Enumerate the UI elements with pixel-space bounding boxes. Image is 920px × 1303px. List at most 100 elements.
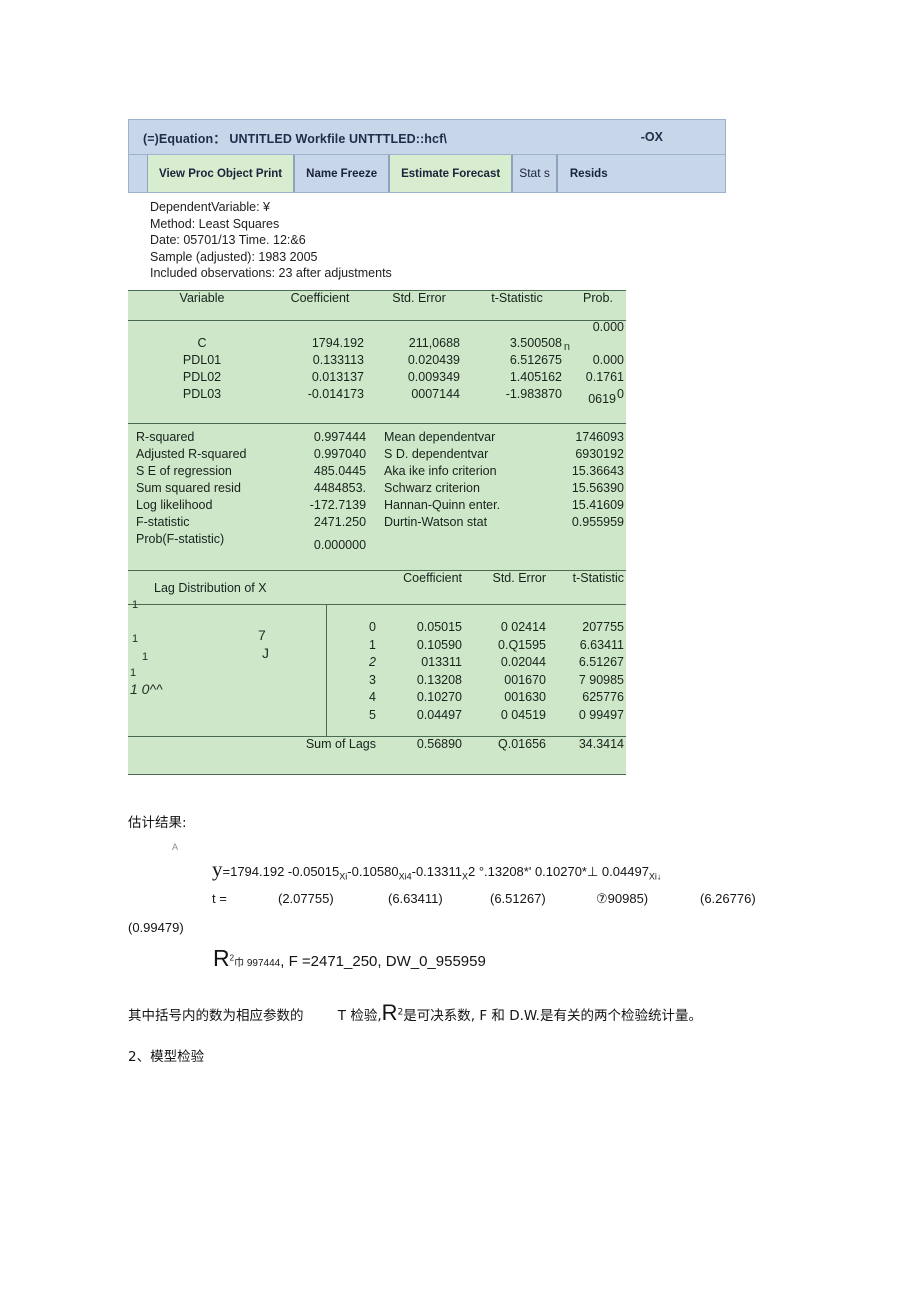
- stat-label-log-likelihood: Log likelihood: [136, 498, 213, 513]
- window-title: (=)Equation： UNTITLED Workfile UNTTTLED:…: [143, 131, 447, 146]
- window-control-buttons[interactable]: -OX: [641, 130, 663, 144]
- observations-line: Included observations: 23 after adjustme…: [150, 266, 392, 281]
- cell-std-error: 0.020439: [407, 353, 460, 368]
- cell-lag-coefficient: 0.05015: [416, 620, 462, 635]
- cell-prob: 0.1761: [585, 370, 624, 385]
- cell-prob: 0.000: [592, 353, 624, 368]
- cell-t-statistic: 3.500508: [509, 336, 562, 351]
- table-row: Prob(F-statistic) 0.000000: [128, 531, 626, 554]
- table-row: R-squared 0.997444 Mean dependentvar 174…: [128, 429, 626, 446]
- equation-rhs-part4: 2 °.13208*' 0.10270*⊥ 0.04497: [467, 864, 649, 879]
- coefficient-table: Variable Coefficient Std. Error t-Statis…: [128, 291, 626, 322]
- toolbar-view-proc-object-print[interactable]: View Proc Object Print: [147, 155, 295, 192]
- lag-art-mark-2: 1: [132, 633, 139, 646]
- method-line: Method: Least Squares: [150, 216, 280, 231]
- stat-label-empty: [384, 531, 543, 554]
- document-page: (=)Equation： UNTITLED Workfile UNTTTLED:…: [0, 0, 920, 1303]
- cell-lag-std-error: 0.Q1595: [498, 637, 546, 652]
- toolbar-resids[interactable]: Resids: [556, 155, 725, 192]
- t-statistic-value-6: (0.99479): [128, 920, 184, 935]
- dependent-variable-line: DependentVariable: ¥: [150, 200, 270, 214]
- cell-lag-t-statistic: 625776: [582, 690, 624, 705]
- lag-distribution-panel: Lag Distribution of X Coefficient Std. E…: [128, 570, 626, 776]
- cell-std-error: 211,0688: [408, 336, 460, 351]
- cell-lag-std-error: 001670: [504, 672, 546, 687]
- lag-distribution-title: Lag Distribution of X: [154, 580, 267, 595]
- stat-label-hannan-quinn: Hannan-Quinn enter.: [384, 498, 501, 513]
- table-row: PDL03 -0.014173 0007144 -1.983870 0: [128, 386, 626, 403]
- table-row: S E of regression 485.0445 Aka ike info …: [128, 463, 626, 480]
- note-text-part3: 是可决系数, F 和 D.W.是有关的两个检验统计量。: [403, 1008, 702, 1024]
- stat-value-sd-dependent-var: 6930192: [575, 447, 624, 462]
- table-row: Adjusted R-squared 0.997040 S D. depende…: [128, 446, 626, 463]
- cell-lag-std-error: 0 04519: [500, 707, 546, 722]
- cell-lag-coefficient: 0.04497: [416, 707, 462, 722]
- cell-lag-std-error: 001630: [504, 690, 546, 705]
- stat-value-hannan-quinn: 15.41609: [571, 498, 624, 513]
- t-statistic-value-2: (6.63411): [388, 891, 443, 906]
- col-header-prob: Prob.: [583, 290, 613, 305]
- stat-value-akaike-info-criterion: 15.36643: [571, 464, 624, 479]
- regression-output-header: DependentVariable: ¥ Method: Least Squar…: [128, 193, 726, 290]
- col-header-coefficient: Coefficient: [290, 290, 350, 305]
- cell-prob-row-pdl03-overflow: 0619: [588, 392, 616, 407]
- fit-statistics-line: R2巾 997444, F =2471_250, DW_0_955959: [213, 945, 486, 972]
- explanatory-note: 其中括号内的数为相应参数的 T 检验,R2是可决系数, F 和 D.W.是有关的…: [128, 1000, 702, 1026]
- estimated-equation: y=1794.192 -0.05015Xi-0.10580Xi4-0.13311…: [212, 857, 661, 882]
- col-header-std-error: Std. Error: [392, 290, 446, 305]
- faint-artifact-a: A: [172, 842, 179, 852]
- cell-t-statistic: 6.512675: [509, 353, 562, 368]
- toolbar-stats[interactable]: Stat s: [512, 155, 557, 192]
- date-time-line: Date: 05701/13 Time. 12:&6: [150, 233, 306, 248]
- table-row: F-statistic 2471.250 Durtin-Watson stat …: [128, 514, 626, 531]
- cell-t-statistic: 1.405162: [509, 370, 562, 385]
- t-statistic-value-1: (2.07755): [278, 891, 334, 906]
- equation-lhs-y: y: [212, 857, 223, 881]
- cell-coefficient: -0.014173: [307, 387, 364, 402]
- sum-of-lags-std-error: Q.01656: [498, 737, 546, 752]
- sample-line: Sample (adjusted): 1983 2005: [150, 249, 318, 264]
- cell-lag-coefficient: 0.10590: [416, 637, 462, 652]
- equation-subscript-2: Xi4: [398, 871, 412, 882]
- cell-coefficient: 0.013137: [311, 370, 364, 385]
- lag-art-mark-6: 1 0^^: [130, 681, 163, 698]
- cell-lag-std-error: 0 02414: [500, 620, 546, 635]
- stat-value-adjusted-r-squared: 0.997040: [313, 447, 367, 462]
- note-text-part2: T 检验,: [337, 1008, 382, 1024]
- lag-distribution-header: Lag Distribution of X Coefficient Std. E…: [128, 571, 626, 606]
- sum-of-lags-t-statistic: 34.3414: [578, 737, 624, 752]
- cell-variable: PDL03: [182, 387, 222, 402]
- col-header-lag-coefficient: Coefficient: [403, 571, 462, 586]
- stat-label-prob-f-statistic: Prob(F-statistic): [136, 532, 225, 547]
- note-text-part1: 其中括号内的数为相应参数的: [128, 1008, 304, 1024]
- t-statistic-value-5: (6.26776): [700, 891, 756, 906]
- t-statistic-value-3: (6.51267): [490, 891, 546, 906]
- stat-value-durbin-watson: 0.955959: [571, 515, 624, 530]
- equation-rhs-part2: -0.10580: [347, 864, 399, 879]
- cell-coefficient: 0.133113: [312, 353, 364, 368]
- stat-label-f-statistic: F-statistic: [136, 515, 190, 530]
- sum-of-lags-coefficient: 0.56890: [416, 737, 462, 752]
- table-row: Log likelihood -172.7139 Hannan-Quinn en…: [128, 497, 626, 514]
- cell-lag-t-statistic: 7 90985: [578, 672, 624, 687]
- estimation-result-heading: 估计结果:: [128, 815, 187, 831]
- r-squared-value: 巾 997444: [234, 958, 281, 969]
- equation-rhs-part1: =1794.192 -0.05015: [222, 864, 340, 879]
- lag-distribution-ascii-chart: 1 1 1 7 J 1 1 0^^: [128, 599, 326, 736]
- stat-label-sum-squared-resid: Sum squared resid: [136, 481, 241, 496]
- stat-value-sum-squared-resid: 4484853.: [313, 481, 367, 496]
- toolbar-name-freeze[interactable]: Name Freeze: [294, 155, 390, 192]
- cell-lag-t-statistic: 0 99497: [578, 707, 624, 722]
- stat-label-mean-dependent-var: Mean dependentvar: [384, 430, 496, 445]
- sum-of-lags-label: Sum of Lags: [305, 737, 376, 752]
- t-statistic-value-4: ⑦90985): [596, 891, 649, 906]
- cell-variable: C: [197, 336, 207, 351]
- lag-chart-divider: [326, 605, 327, 737]
- stat-label-durbin-watson: Durtin-Watson stat: [384, 515, 488, 530]
- stat-value-schwarz-criterion: 15.56390: [571, 481, 624, 496]
- lag-art-mark-j: J: [262, 645, 269, 662]
- t-statistics-label: t =: [212, 891, 227, 906]
- table-row: C 1794.192 211,0688 3.500508: [128, 335, 626, 352]
- equation-subscript-4: Xi↓: [648, 871, 662, 882]
- toolbar-estimate-forecast[interactable]: Estimate Forecast: [389, 155, 513, 192]
